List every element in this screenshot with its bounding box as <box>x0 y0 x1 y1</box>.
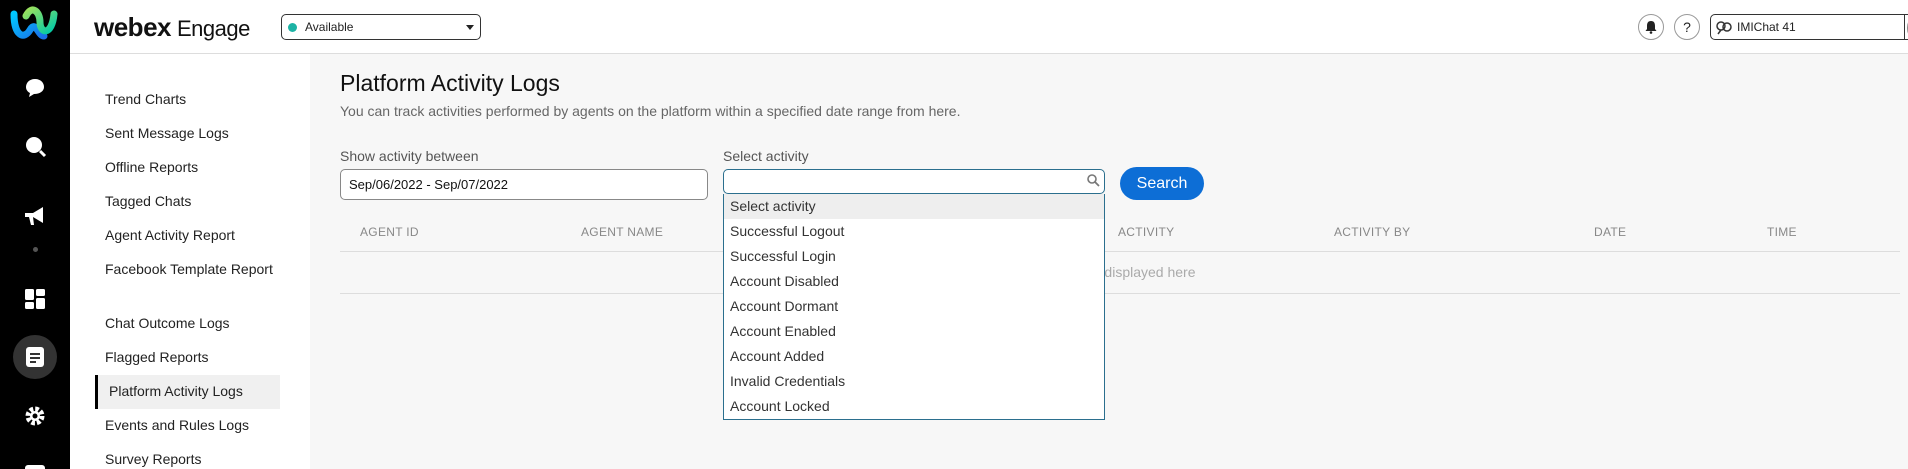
sidebar-item-platform-activity-logs[interactable]: Platform Activity Logs <box>109 381 279 401</box>
activity-dropdown-list: Select activity Successful Logout Succes… <box>723 194 1105 420</box>
table-header: AGENT ID AGENT NAME ACTIVITY ACTIVITY BY… <box>340 214 1900 252</box>
dropdown-option[interactable]: Account Added <box>724 344 1104 369</box>
sidebar-item-trend-charts[interactable]: Trend Charts <box>105 89 275 109</box>
page-subtitle: You can track activities performed by ag… <box>340 103 961 119</box>
reports-icon[interactable] <box>19 341 51 373</box>
date-range-label: Show activity between <box>340 148 479 164</box>
reports-sidebar: Trend Charts Sent Message Logs Offline R… <box>70 54 310 469</box>
account-value: IMIChat 41 <box>1737 20 1796 34</box>
rail-separator-dot <box>33 247 38 252</box>
sidebar-item-chat-outcome-logs[interactable]: Chat Outcome Logs <box>105 313 275 333</box>
notifications-button[interactable] <box>1638 14 1664 40</box>
sidebar-item-offline-reports[interactable]: Offline Reports <box>105 157 275 177</box>
account-icon <box>1716 21 1732 35</box>
sidebar-item-facebook-template-report[interactable]: Facebook Template Report <box>105 259 275 279</box>
bell-icon <box>1645 21 1657 34</box>
top-bar: webexEngage Available ? IMIChat 41 KD <box>70 0 1908 54</box>
dropdown-option[interactable]: Successful Logout <box>724 219 1104 244</box>
dashboard-icon[interactable] <box>19 283 51 315</box>
column-header-date[interactable]: DATE <box>1594 225 1626 239</box>
sidebar-item-flagged-reports[interactable]: Flagged Reports <box>105 347 275 367</box>
select-divider <box>1904 15 1905 39</box>
activity-search-input[interactable] <box>723 169 1105 194</box>
chevron-down-icon <box>466 25 474 30</box>
help-button[interactable]: ? <box>1674 14 1700 40</box>
dropdown-option[interactable]: Successful Login <box>724 244 1104 269</box>
dropdown-option[interactable]: Account Locked <box>724 394 1104 419</box>
more-icon[interactable] <box>19 458 51 469</box>
webex-logo-icon[interactable] <box>10 6 58 46</box>
sidebar-item-tagged-chats[interactable]: Tagged Chats <box>105 191 275 211</box>
column-header-time[interactable]: TIME <box>1767 225 1797 239</box>
column-header-activity-by[interactable]: ACTIVITY BY <box>1334 225 1410 239</box>
sidebar-item-survey-reports[interactable]: Survey Reports <box>105 449 275 469</box>
search-icon[interactable] <box>19 130 51 162</box>
help-label: ? <box>1683 19 1691 35</box>
sidebar-item-events-and-rules-logs[interactable]: Events and Rules Logs <box>105 415 275 435</box>
table-empty-row: would be displayed here <box>340 252 1900 294</box>
column-header-activity[interactable]: ACTIVITY <box>1118 225 1174 239</box>
empty-state-message: would be displayed here <box>1044 264 1196 280</box>
main-content: Platform Activity Logs You can track act… <box>310 54 1908 469</box>
left-rail <box>0 0 70 469</box>
megaphone-icon[interactable] <box>19 200 51 232</box>
column-header-agent-id[interactable]: AGENT ID <box>360 225 419 239</box>
availability-value: Available <box>305 20 354 34</box>
status-dot-icon <box>288 22 297 32</box>
chat-icon[interactable] <box>19 72 51 104</box>
dropdown-option[interactable]: Account Enabled <box>724 319 1104 344</box>
dropdown-option[interactable]: Select activity <box>724 194 1104 219</box>
magnifier-icon <box>1087 174 1100 187</box>
dropdown-option[interactable]: Invalid Credentials <box>724 369 1104 394</box>
date-range-input[interactable]: Sep/06/2022 - Sep/07/2022 <box>340 169 708 200</box>
search-button[interactable]: Search <box>1120 167 1204 200</box>
account-select[interactable]: IMIChat 41 <box>1710 14 1908 40</box>
dropdown-option[interactable]: Account Dormant <box>724 294 1104 319</box>
dropdown-option[interactable]: Account Disabled <box>724 269 1104 294</box>
brand-logo: webex Engage <box>94 12 250 43</box>
page-title: Platform Activity Logs <box>340 70 560 96</box>
product-name: Engage <box>177 16 250 41</box>
sidebar-item-sent-message-logs[interactable]: Sent Message Logs <box>105 123 275 143</box>
brand-name: webex <box>94 12 172 42</box>
gear-icon[interactable] <box>19 400 51 432</box>
activity-select-label: Select activity <box>723 148 809 164</box>
availability-select[interactable]: Available <box>281 14 481 40</box>
column-header-agent-name[interactable]: AGENT NAME <box>581 225 663 239</box>
sidebar-item-agent-activity-report[interactable]: Agent Activity Report <box>105 225 275 245</box>
